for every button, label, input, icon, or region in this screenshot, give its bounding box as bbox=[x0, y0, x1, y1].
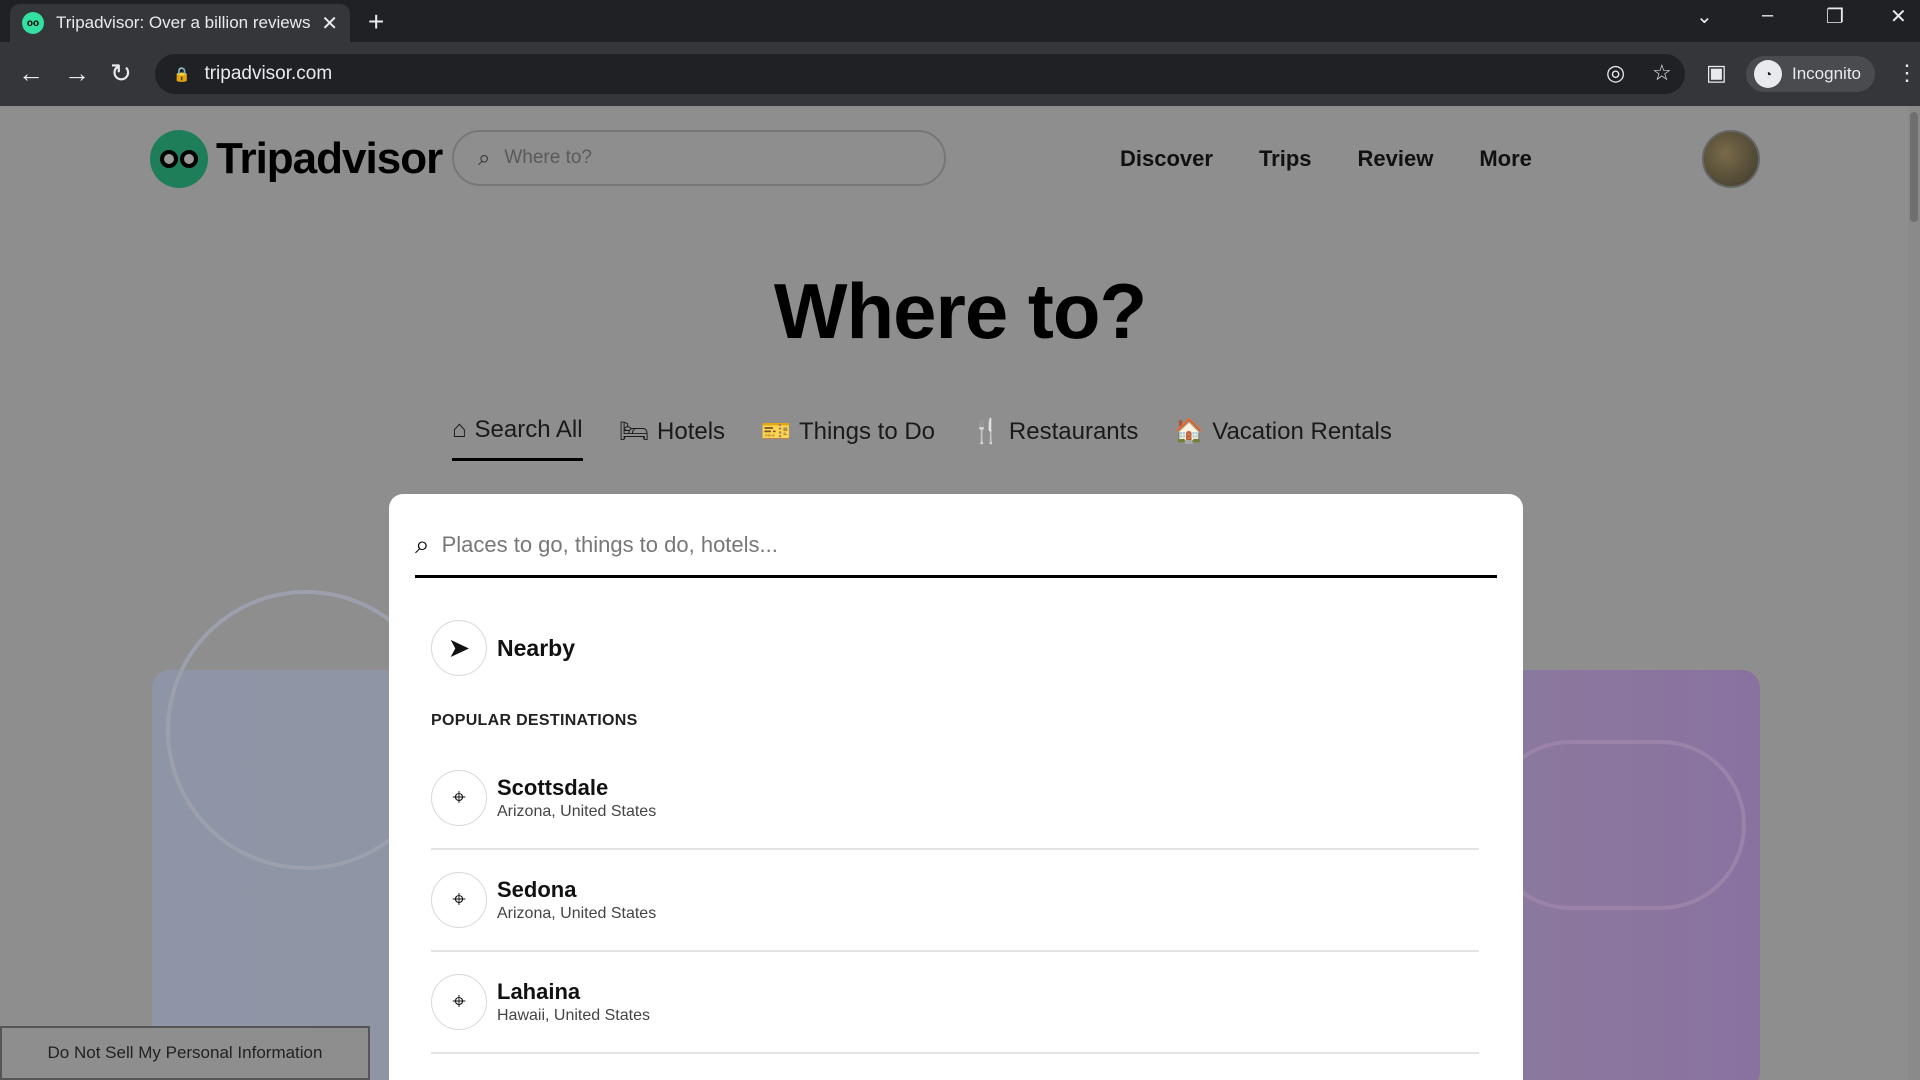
destination-region: Arizona, United States bbox=[497, 803, 657, 820]
tab-label: Things to Do bbox=[798, 417, 936, 445]
popular-destinations-heading: POPULAR DESTINATIONS bbox=[431, 712, 638, 729]
tab-title: Tripadvisor: Over a billion reviews & co… bbox=[56, 13, 313, 32]
bed-icon: 🛏 bbox=[618, 418, 650, 445]
tab-close-icon[interactable]: ✕ bbox=[321, 11, 338, 36]
tab-hotels[interactable]: 🛏 Hotels bbox=[619, 416, 726, 461]
page-title: Where to? bbox=[773, 267, 1147, 355]
tab-search-chevron-icon[interactable]: ⌄ bbox=[1696, 4, 1713, 29]
header-search-placeholder: Where to? bbox=[504, 147, 592, 168]
incognito-label: Incognito bbox=[1792, 64, 1861, 83]
map-pin-icon: ⌖ bbox=[431, 974, 487, 1030]
header-search-input[interactable]: ⌕ Where to? bbox=[452, 130, 946, 186]
destination-name: Sedona bbox=[497, 877, 577, 902]
map-pin-icon: ⌖ bbox=[431, 872, 487, 928]
minimize-icon[interactable]: – bbox=[1762, 4, 1773, 27]
list-item[interactable]: ⌖ Lahaina Hawaii, United States bbox=[431, 952, 1479, 1054]
new-tab-button[interactable]: + bbox=[368, 6, 384, 38]
navigation-arrow-icon: ➤ bbox=[431, 620, 487, 676]
house-key-icon: 🏠 bbox=[1174, 418, 1205, 445]
search-dropdown: ⌕ ➤ Nearby POPULAR DESTINATIONS ⌖ Scotts… bbox=[389, 494, 1523, 1080]
address-url: tripadvisor.com bbox=[204, 63, 333, 84]
browser-tab-strip: oo Tripadvisor: Over a billion reviews &… bbox=[0, 0, 1920, 42]
tab-restaurants[interactable]: 🍴 Restaurants bbox=[971, 416, 1138, 461]
tab-search-all[interactable]: ⌂ Search All bbox=[452, 416, 583, 461]
home-icon: ⌂ bbox=[452, 416, 467, 443]
back-arrow-icon[interactable]: ← bbox=[18, 58, 44, 89]
tab-label: Search All bbox=[474, 416, 583, 443]
scrollbar-thumb[interactable] bbox=[1910, 112, 1918, 222]
tab-things-to-do[interactable]: 🎫 Things to Do bbox=[761, 416, 935, 461]
close-window-icon[interactable]: ✕ bbox=[1890, 4, 1907, 29]
browser-tab-active[interactable]: oo Tripadvisor: Over a billion reviews &… bbox=[10, 4, 350, 42]
search-category-tabs: ⌂ Search All 🛏 Hotels 🎫 Things to Do 🍴 R… bbox=[452, 416, 1392, 461]
list-item[interactable]: ⌖ Scottsdale Arizona, United States bbox=[431, 748, 1479, 850]
header-nav: Discover Trips Review More bbox=[1120, 146, 1532, 172]
incognito-badge[interactable]: ◔ Incognito bbox=[1746, 56, 1875, 92]
destination-region: Arizona, United States bbox=[497, 905, 657, 922]
destination-name: Lahaina bbox=[497, 979, 581, 1004]
utensils-icon: 🍴 bbox=[971, 418, 1001, 445]
dropdown-search-field[interactable]: ⌕ bbox=[415, 514, 1497, 578]
ticket-icon: 🎫 bbox=[761, 418, 791, 445]
tab-label: Hotels bbox=[657, 417, 726, 445]
nav-trips[interactable]: Trips bbox=[1259, 146, 1312, 172]
tripadvisor-logo[interactable]: Tripadvisor bbox=[150, 130, 443, 188]
tab-label: Vacation Rentals bbox=[1212, 417, 1392, 445]
side-panel-icon[interactable]: ▣ bbox=[1706, 60, 1727, 86]
lock-icon: 🔒 bbox=[173, 65, 191, 82]
reload-icon[interactable]: ↻ bbox=[110, 58, 132, 89]
user-avatar[interactable] bbox=[1702, 130, 1760, 188]
page-content: Tripadvisor ⌕ Where to? Discover Trips R… bbox=[0, 106, 1920, 1080]
nearby-option[interactable]: ➤ Nearby bbox=[431, 620, 575, 676]
owl-logo-icon bbox=[150, 130, 208, 188]
incognito-icon: ◔ bbox=[1754, 60, 1782, 88]
restore-icon[interactable]: ❐ bbox=[1826, 4, 1844, 29]
banner-decoration bbox=[1486, 740, 1746, 910]
logo-wordmark: Tripadvisor bbox=[216, 134, 443, 183]
do-not-sell-button[interactable]: Do Not Sell My Personal Information bbox=[0, 1026, 370, 1080]
destination-name: Scottsdale bbox=[497, 775, 609, 800]
search-icon: ⌕ bbox=[415, 528, 430, 559]
nearby-label: Nearby bbox=[497, 634, 575, 661]
nav-more[interactable]: More bbox=[1479, 146, 1532, 172]
bookmark-star-icon[interactable]: ☆ bbox=[1652, 60, 1672, 86]
tab-vacation-rentals[interactable]: 🏠 Vacation Rentals bbox=[1174, 416, 1392, 461]
nav-discover[interactable]: Discover bbox=[1120, 146, 1213, 172]
eye-slash-icon[interactable]: ◎ bbox=[1606, 60, 1625, 86]
search-icon: ⌕ bbox=[478, 145, 491, 170]
page-scrollbar[interactable] bbox=[1908, 106, 1920, 1080]
forward-arrow-icon[interactable]: → bbox=[64, 58, 90, 89]
map-pin-icon: ⌖ bbox=[431, 770, 487, 826]
browser-menu-icon[interactable]: ⋮ bbox=[1896, 60, 1918, 86]
destination-region: Hawaii, United States bbox=[497, 1007, 650, 1024]
destination-search-input[interactable] bbox=[441, 531, 1342, 558]
tab-label: Restaurants bbox=[1008, 417, 1139, 445]
address-bar[interactable]: 🔒 tripadvisor.com bbox=[155, 54, 1685, 94]
destination-list: ⌖ Scottsdale Arizona, United States ⌖ Se… bbox=[431, 748, 1479, 1054]
tripadvisor-favicon-icon: oo bbox=[22, 12, 44, 34]
nav-review[interactable]: Review bbox=[1358, 146, 1434, 172]
list-item[interactable]: ⌖ Sedona Arizona, United States bbox=[431, 850, 1479, 952]
